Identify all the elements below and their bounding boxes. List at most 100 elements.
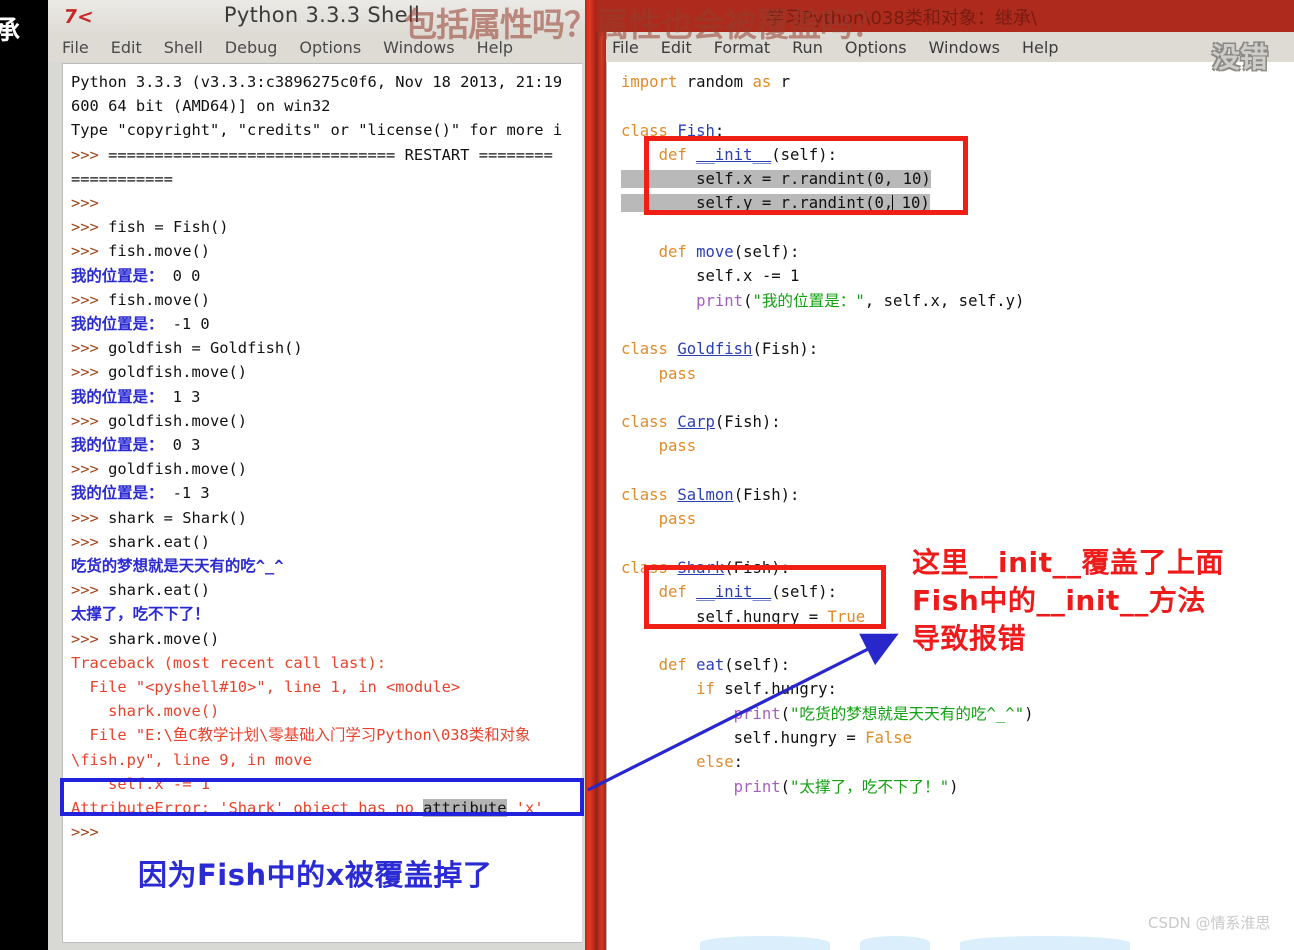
fish-init-highlight-box	[644, 136, 968, 215]
shark-init-highlight-box	[644, 565, 886, 629]
code-token: (Fish):	[733, 486, 800, 505]
shell-transcript: Python 3.3.3 (v3.3.3:c3896275c0f6, Nov 1…	[63, 64, 582, 845]
code-token: (Fish):	[752, 340, 819, 359]
shell-text-segment: File "E:\鱼C教学计划\零基础入门学习Python\038类和对象	[71, 726, 531, 745]
code-token: "吃货的梦想就是天天有的吃^_^"	[790, 704, 1025, 723]
shell-text-segment: >>>	[71, 508, 109, 527]
shell-text-segment: shark.eat()	[108, 532, 211, 551]
code-token: self.hungry =	[621, 729, 866, 748]
code-token: pass	[658, 510, 697, 529]
shell-text-segment: >>>	[71, 145, 109, 164]
shell-right-red-edge	[585, 0, 596, 950]
code-token: pass	[658, 364, 697, 383]
shell-text-segment: >>>	[71, 339, 109, 358]
code-line: print("吃货的梦想就是天天有的吃^_^")	[621, 704, 1034, 723]
shell-text-segment: 我的位置是：	[71, 436, 164, 455]
shell-text-segment: goldfish.move()	[108, 411, 248, 430]
shell-text-segment: >>>	[71, 218, 109, 237]
shell-text-segment: >>>	[71, 532, 109, 551]
bottom-smudge-1	[700, 936, 830, 950]
shell-text-segment: \fish.py", line 9, in move	[71, 750, 312, 769]
shell-text-segment: shark.move()	[71, 702, 220, 721]
code-line: if self.hungry:	[621, 680, 837, 698]
code-token: (	[780, 704, 791, 723]
code-line: pass	[621, 364, 697, 383]
shell-text-segment: 我的位置是：	[71, 387, 164, 406]
shell-text-segment: fish = Fish()	[108, 218, 229, 237]
editor-menu-help[interactable]: Help	[1022, 38, 1058, 57]
code-token: if	[696, 680, 715, 699]
code-token: :	[733, 753, 744, 772]
code-token: import	[621, 73, 678, 91]
code-token: class	[621, 340, 668, 359]
code-token: Carp	[677, 413, 715, 432]
code-line: print("太撑了，吃不下了！")	[621, 778, 959, 796]
code-token: print	[733, 704, 781, 723]
code-token: eat	[696, 656, 725, 675]
code-line: import random as r	[621, 73, 790, 91]
shell-menu-edit[interactable]: Edit	[111, 38, 142, 57]
shell-menu-shell[interactable]: Shell	[164, 38, 203, 57]
code-token: Goldfish	[677, 340, 753, 359]
shell-text-segment: goldfish.move()	[108, 460, 248, 479]
code-line: self.hungry = False	[621, 729, 912, 747]
code-token: )	[949, 777, 959, 796]
code-token: self.hungry:	[714, 680, 837, 699]
code-token: move	[696, 243, 734, 262]
code-token: "太撑了，吃不下了！"	[790, 777, 950, 796]
code-line: self.x -= 1	[621, 267, 799, 285]
code-token: (self):	[733, 243, 800, 262]
bottom-smudge-2	[860, 936, 930, 950]
shell-menu-file[interactable]: File	[62, 38, 89, 57]
code-line: else:	[621, 753, 743, 771]
shell-text-segment: >>>	[71, 581, 109, 600]
shell-bottom-annotation: 因为Fish中的x被覆盖掉了	[138, 858, 493, 892]
shell-text-segment: >>>	[71, 823, 99, 842]
red-annotation-line-2: Fish中的__init__方法	[912, 584, 1206, 617]
shell-text-segment: -1 3	[163, 484, 210, 503]
shell-text-segment: File "<pyshell#10>", line 1, in <module>	[71, 678, 461, 697]
left-black-strip: 承	[0, 0, 48, 950]
shell-menu-debug[interactable]: Debug	[225, 38, 278, 57]
shell-text-segment: fish.move()	[108, 290, 211, 309]
shell-text-segment: 我的位置是：	[71, 315, 164, 334]
shell-text-segment: 1 3	[163, 387, 201, 406]
code-token: False	[865, 729, 913, 748]
editor-red-annotation: 这里__init__覆盖了上面 Fish中的__init__方法 导致报错	[912, 544, 1288, 658]
attribute-error-highlight-box	[60, 778, 584, 816]
shell-text-segment: 我的位置是：	[71, 266, 164, 285]
code-token: as	[752, 73, 772, 91]
shell-text-segment: shark = Shark()	[108, 508, 248, 527]
code-line: class Carp(Fish):	[621, 413, 781, 431]
code-line: pass	[621, 510, 697, 529]
shell-text-segment: 0 0	[163, 266, 201, 285]
code-token: def	[658, 656, 687, 675]
shell-menu-options[interactable]: Options	[299, 38, 361, 57]
shell-text-segment: Type "copyright", "credits" or "license(…	[71, 121, 563, 140]
shell-text-segment: 太撑了，吃不下了！	[71, 605, 210, 624]
code-token: class	[621, 486, 668, 505]
shell-text-segment: -1 0	[163, 315, 210, 334]
code-token: self.x -= 1	[621, 267, 800, 286]
shell-text-segment: Python 3.3.3 (v3.3.3:c3896275c0f6, Nov 1…	[71, 73, 563, 91]
code-line: class Goldfish(Fish):	[621, 340, 818, 358]
code-token: , self.x, self.y)	[864, 291, 1025, 310]
code-token: (	[780, 777, 791, 796]
code-line: print("我的位置是：", self.x, self.y)	[621, 292, 1024, 310]
red-annotation-line-1: 这里__init__覆盖了上面	[912, 546, 1225, 579]
code-token: "我的位置是："	[752, 291, 865, 310]
code-token: (Fish):	[714, 413, 781, 432]
shell-text-segment: >>>	[71, 290, 109, 309]
red-annotation-line-3: 导致报错	[912, 622, 1027, 655]
